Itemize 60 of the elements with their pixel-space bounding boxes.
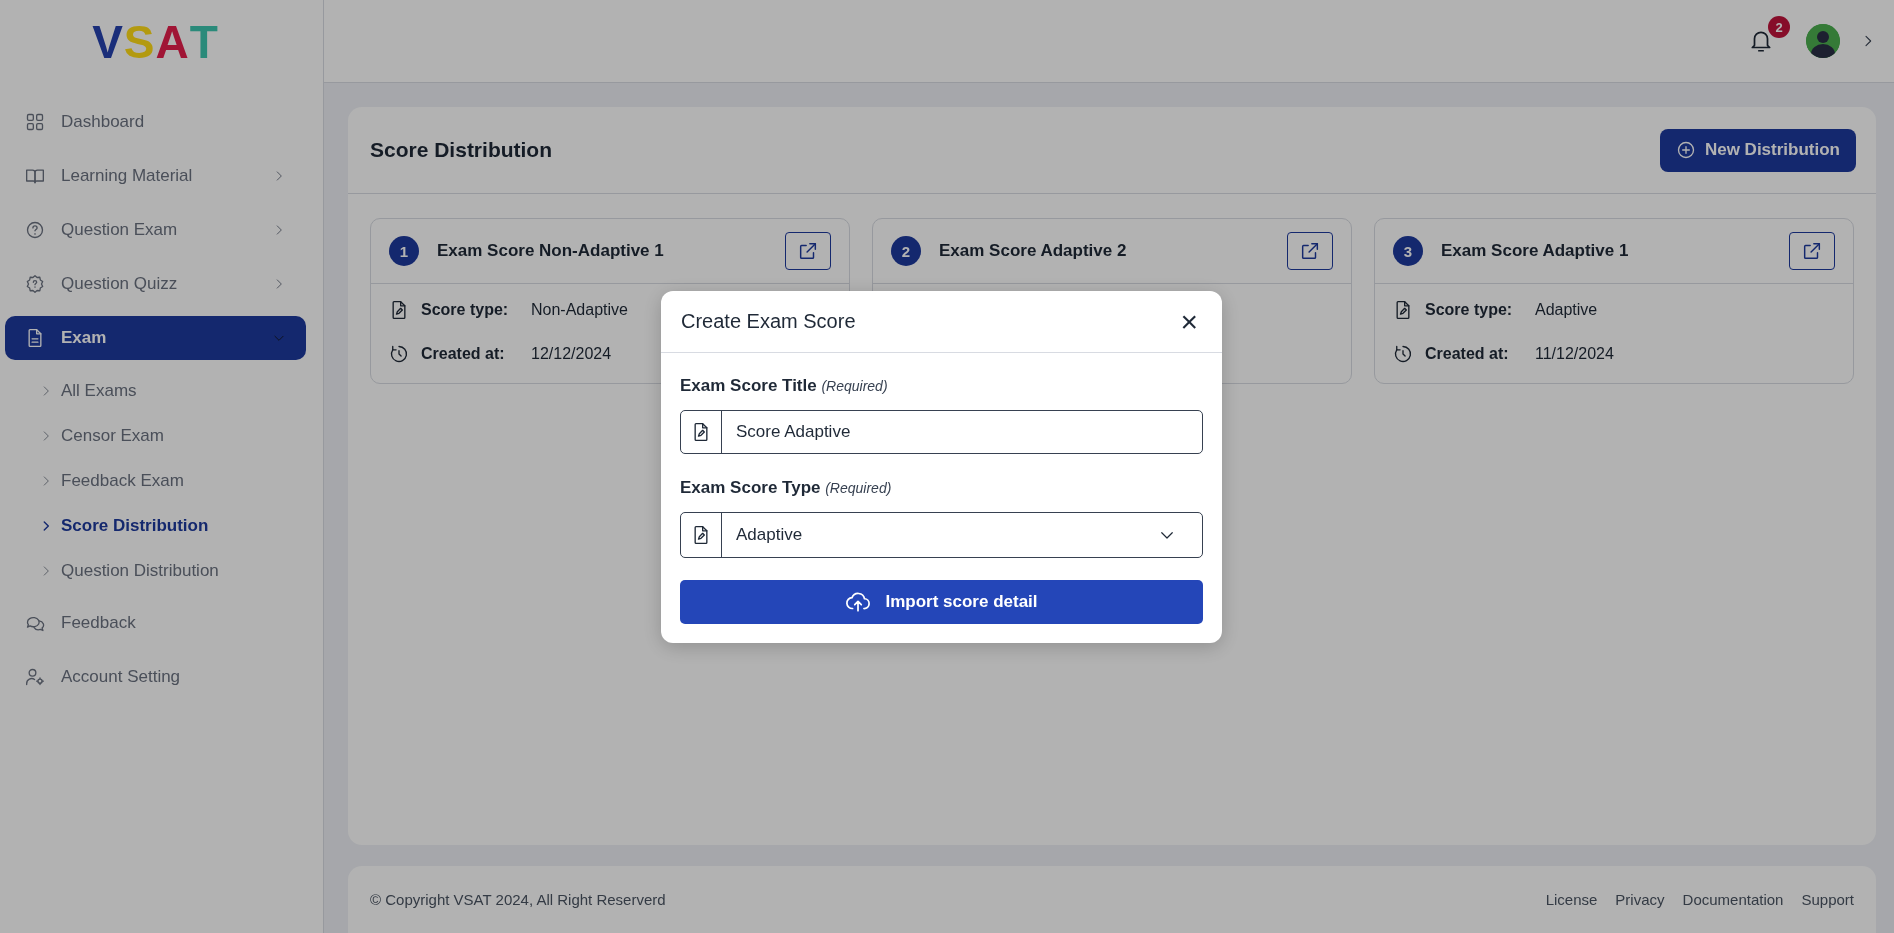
- open-button[interactable]: [785, 232, 831, 270]
- field-value: 12/12/2024: [531, 345, 612, 363]
- sidebar-item[interactable]: Feedback: [5, 601, 306, 645]
- footer-link[interactable]: Support: [1801, 891, 1854, 908]
- number-badge: 1: [389, 236, 419, 266]
- number-badge: 3: [1393, 236, 1423, 266]
- card-title: Exam Score Adaptive 1: [1441, 241, 1630, 261]
- sidebar-item[interactable]: Question Quizz: [5, 262, 306, 306]
- file-pen-icon: [691, 525, 711, 545]
- copyright-text: © Copyright VSAT 2024, All Right Reserverd: [370, 891, 666, 908]
- footer-link[interactable]: Documentation: [1682, 891, 1784, 908]
- clock-icon: [389, 344, 409, 364]
- plus-circle-icon: [1675, 140, 1696, 160]
- avatar-icon[interactable]: [1806, 24, 1840, 58]
- footer-link[interactable]: License: [1545, 891, 1598, 908]
- sidebar-item[interactable]: Learning Material: [5, 154, 306, 198]
- submenu-item[interactable]: Score Distribution: [5, 503, 318, 548]
- sidebar-item[interactable]: Question Exam: [5, 208, 306, 252]
- submenu-item[interactable]: Feedback Exam: [5, 458, 318, 503]
- card-title: Exam Score Non-Adaptive 1: [437, 241, 665, 261]
- file-pen-icon: [1393, 300, 1413, 320]
- field-label: Score type:: [421, 301, 510, 319]
- footer-link[interactable]: Privacy: [1615, 891, 1665, 908]
- sidebar-item[interactable]: Account Setting: [5, 655, 306, 699]
- import-button[interactable]: Import score detail: [680, 580, 1203, 624]
- submenu-item[interactable]: Censor Exam: [5, 413, 318, 458]
- submenu-item[interactable]: All Exams: [5, 368, 318, 413]
- field-label: Exam Score Title (Required): [680, 376, 889, 396]
- notification-badge: 2: [1768, 16, 1790, 38]
- question-circle-icon: [25, 220, 45, 240]
- file-pen-icon: [389, 300, 409, 320]
- field-value: 11/12/2024: [1535, 345, 1614, 363]
- sidebar-item[interactable]: Dashboard: [5, 100, 306, 144]
- user-gear-icon: [25, 667, 45, 687]
- field-label: Score type:: [1425, 301, 1514, 319]
- submenu-item[interactable]: Question Distribution: [5, 548, 318, 593]
- page-title: Score Distribution: [370, 138, 553, 162]
- document-icon: [25, 328, 45, 348]
- logo: VSAT: [91, 15, 220, 70]
- type-dropdown[interactable]: Adaptive: [680, 512, 1203, 558]
- field-label: Created at:: [421, 345, 506, 363]
- close-button[interactable]: ×: [1176, 306, 1202, 337]
- grid-icon: [25, 112, 45, 132]
- card-title: Exam Score Adaptive 2: [939, 241, 1128, 261]
- file-pen-icon: [691, 422, 711, 442]
- field-label: Created at:: [1425, 345, 1510, 363]
- sidebar-item[interactable]: Exam: [5, 316, 306, 360]
- field-value: Non-Adaptive: [531, 301, 628, 319]
- clock-icon: [1393, 344, 1413, 364]
- field-label: Exam Score Type (Required): [680, 478, 893, 498]
- number-badge: 2: [891, 236, 921, 266]
- open-button[interactable]: [1287, 232, 1333, 270]
- external-link-icon: [797, 240, 819, 262]
- dialog-title: Create Exam Score: [681, 310, 856, 333]
- question-gear-icon: [25, 274, 45, 294]
- external-link-icon: [1801, 240, 1823, 262]
- external-link-icon: [1299, 240, 1321, 262]
- new-distribution-button[interactable]: New Distribution: [1659, 128, 1856, 172]
- open-button[interactable]: [1789, 232, 1835, 270]
- field-value: Adaptive: [1535, 301, 1598, 319]
